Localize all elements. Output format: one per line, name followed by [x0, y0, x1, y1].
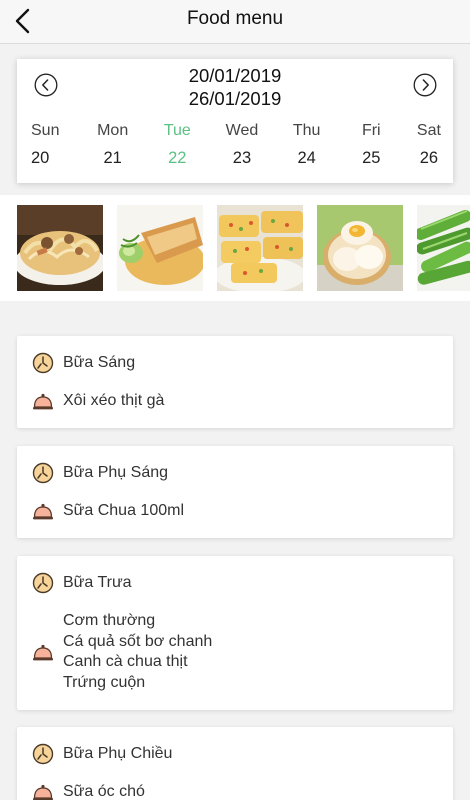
dish-list: Xôi xéo thịt gà	[63, 391, 164, 412]
meal-title: Bữa Phụ Sáng	[63, 464, 169, 481]
meal-dish-row: Sữa óc chó	[32, 781, 145, 800]
meal-title: Bữa Phụ Chiều	[63, 745, 173, 762]
day-number: 26	[419, 149, 439, 167]
day-name: Sun	[31, 122, 60, 139]
clock-icon	[32, 743, 54, 765]
food-cloche-icon	[33, 503, 53, 520]
week-selector: 20/01/2019 26/01/2019 Sun 20 Mon 21 Tue …	[17, 59, 453, 183]
page-title: Food menu	[186, 8, 284, 29]
day-name: Tue	[163, 122, 191, 139]
meal-card-breakfast[interactable]: Bữa Sáng Xôi xéo thịt gà	[17, 336, 453, 428]
day-list: Sun 20 Mon 21 Tue 22 Wed 23 Thu 24 Fri 2…	[17, 121, 453, 168]
green-vegetable-photo[interactable]	[417, 205, 470, 291]
food-cloche-icon	[33, 393, 53, 410]
day-name: Thu	[292, 122, 321, 139]
day-thu[interactable]: Thu 24	[276, 121, 338, 168]
clock-icon	[32, 572, 54, 594]
header-bar: Food menu	[0, 0, 470, 44]
meal-card-morning-snack[interactable]: Bữa Phụ Sáng Sữa Chua 100ml	[17, 446, 453, 538]
day-wed[interactable]: Wed 23	[211, 121, 273, 168]
meal-card-afternoon-snack[interactable]: Bữa Phụ Chiều Sữa óc chó	[17, 727, 453, 800]
meal-time-row: Bữa Phụ Sáng	[32, 462, 168, 484]
food-cloche-icon	[33, 644, 53, 661]
dish-list: Sữa óc chó	[63, 782, 145, 800]
meal-dish-row: Sữa Chua 100ml	[32, 500, 184, 522]
meal-title: Bữa Trưa	[63, 574, 132, 591]
meal-dish-row: Xôi xéo thịt gà	[32, 390, 164, 412]
clock-icon	[32, 352, 54, 374]
meal-time-row: Bữa Trưa	[32, 572, 132, 594]
dish-item: Trứng cuộn	[63, 673, 146, 691]
next-week-button[interactable]	[413, 73, 437, 97]
day-name: Wed	[225, 122, 259, 139]
clock-icon	[32, 462, 54, 484]
boiled-eggs-photo[interactable]	[317, 205, 403, 291]
day-number: 24	[297, 149, 316, 167]
fish-fillet-photo[interactable]	[117, 205, 203, 291]
rolled-omelette-photo[interactable]	[217, 205, 303, 291]
dish-item: Cơm thường	[63, 612, 156, 629]
dish-item: Sữa óc chó	[63, 782, 145, 800]
day-tue-selected[interactable]: Tue 22	[146, 121, 208, 168]
dish-item: Cá quả sốt bơ chanh	[63, 632, 213, 650]
day-sat[interactable]: Sat 26	[405, 121, 453, 168]
food-cloche-icon	[33, 784, 53, 800]
meal-time-row: Bữa Sáng	[32, 352, 135, 374]
meal-card-lunch[interactable]: Bữa Trưa Cơm thường Cá quả sốt bơ chanh …	[17, 556, 453, 710]
day-number: 25	[362, 149, 381, 167]
day-number: 22	[168, 149, 187, 167]
day-name: Mon	[97, 122, 129, 139]
meal-time-row: Bữa Phụ Chiều	[32, 743, 172, 765]
day-mon[interactable]: Mon 21	[82, 121, 144, 168]
day-name: Fri	[361, 122, 381, 139]
food-photo-strip[interactable]	[0, 195, 470, 301]
day-number: 21	[103, 149, 122, 167]
day-name: Sat	[416, 122, 441, 139]
meal-title: Bữa Sáng	[63, 354, 136, 371]
week-date-range: 20/01/2019 26/01/2019	[17, 64, 453, 110]
range-end-date: 26/01/2019	[188, 88, 282, 109]
dish-item: Sữa Chua 100ml	[63, 501, 184, 519]
day-sun[interactable]: Sun 20	[31, 121, 79, 168]
noodle-soup-photo[interactable]	[17, 205, 103, 291]
dish-item: Xôi xéo thịt gà	[63, 391, 165, 409]
range-start-date: 20/01/2019	[188, 65, 282, 86]
day-fri[interactable]: Fri 25	[340, 121, 402, 168]
day-number: 23	[232, 149, 252, 167]
dish-list: Cơm thường Cá quả sốt bơ chanh Canh cà c…	[63, 611, 212, 693]
day-number: 20	[31, 149, 50, 167]
meal-dish-row: Cơm thường Cá quả sốt bơ chanh Canh cà c…	[32, 611, 212, 693]
dish-item: Canh cà chua thịt	[63, 653, 188, 670]
dish-list: Sữa Chua 100ml	[63, 501, 184, 522]
